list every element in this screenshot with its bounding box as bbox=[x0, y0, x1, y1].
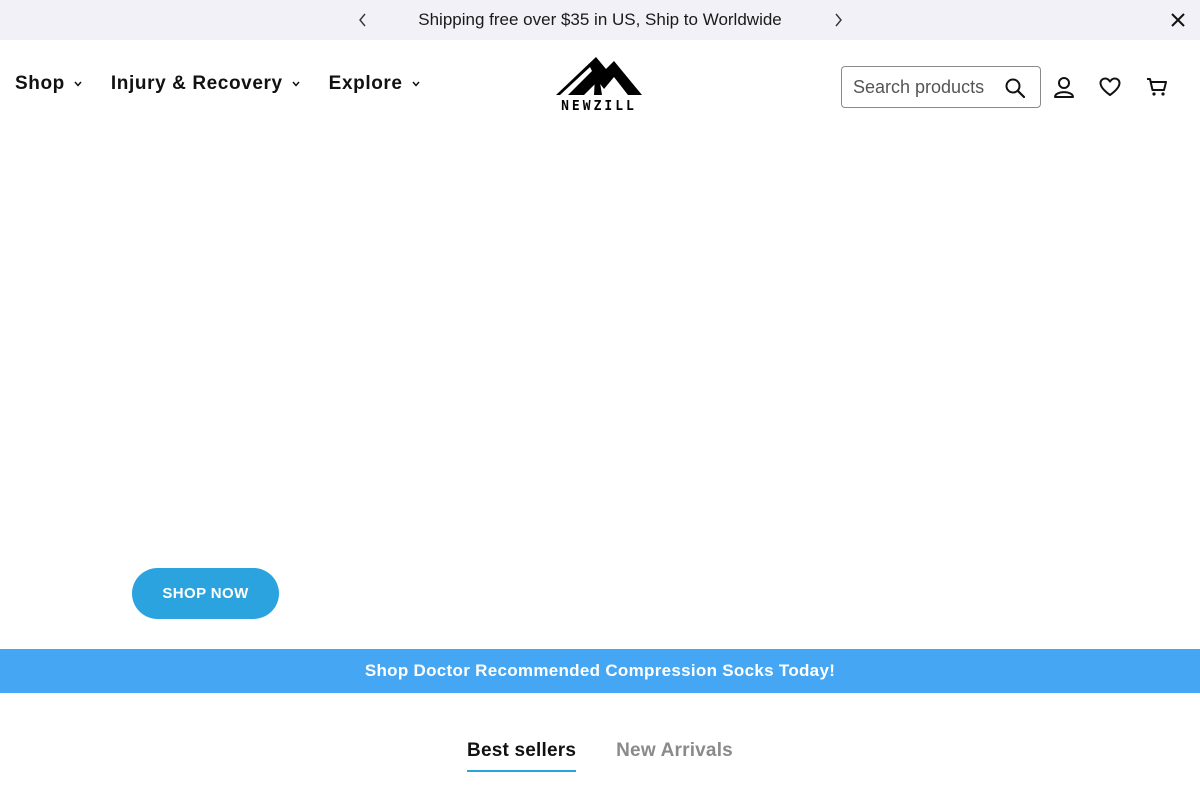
nav-item-explore[interactable]: Explore bbox=[329, 73, 420, 95]
nav-item-label: Shop bbox=[15, 73, 65, 94]
announcement-prev-button[interactable] bbox=[353, 10, 373, 30]
search-icon bbox=[1005, 78, 1025, 98]
mountain-logo-icon bbox=[556, 57, 642, 95]
cart-button[interactable] bbox=[1145, 75, 1169, 99]
hero-banner: SHOP NOW bbox=[0, 134, 1200, 649]
chevron-down-icon bbox=[292, 81, 300, 87]
announcement-bar: Shipping free over $35 in US, Ship to Wo… bbox=[0, 0, 1200, 40]
search-input[interactable] bbox=[853, 75, 995, 99]
product-tabs: Best sellers New Arrivals bbox=[0, 736, 1200, 776]
chevron-down-icon bbox=[74, 81, 82, 87]
search-box bbox=[841, 66, 1041, 108]
main-nav: Shop Injury & Recovery Explore bbox=[15, 73, 449, 95]
heart-icon bbox=[1099, 77, 1121, 96]
site-header: Shop Injury & Recovery Explore NEWZILL bbox=[0, 40, 1200, 134]
shop-now-button[interactable]: SHOP NOW bbox=[132, 568, 279, 619]
promo-link[interactable]: Shop Doctor Recommended Compression Sock… bbox=[0, 649, 1200, 693]
announcement-next-button[interactable] bbox=[828, 10, 848, 30]
account-button[interactable] bbox=[1052, 75, 1076, 99]
tab-new-arrivals[interactable]: New Arrivals bbox=[616, 736, 733, 772]
nav-item-label: Explore bbox=[328, 73, 403, 94]
search-button[interactable] bbox=[1004, 77, 1026, 99]
chevron-right-icon bbox=[835, 13, 842, 27]
announcement-text: Shipping free over $35 in US, Ship to Wo… bbox=[418, 10, 782, 29]
close-icon bbox=[1171, 13, 1185, 27]
announcement-close-button[interactable] bbox=[1168, 10, 1188, 30]
brand-logo[interactable]: NEWZILL bbox=[550, 55, 650, 117]
promo-strip: Shop Doctor Recommended Compression Sock… bbox=[0, 649, 1200, 693]
chevron-down-icon bbox=[412, 81, 420, 87]
user-icon bbox=[1054, 77, 1074, 98]
chevron-left-icon bbox=[359, 13, 366, 27]
nav-item-shop[interactable]: Shop bbox=[15, 73, 82, 95]
logo-wordmark: NEWZILL bbox=[561, 99, 637, 114]
tab-best-sellers[interactable]: Best sellers bbox=[467, 736, 577, 772]
wishlist-button[interactable] bbox=[1098, 75, 1122, 99]
cart-icon bbox=[1147, 78, 1167, 96]
nav-item-label: Injury & Recovery bbox=[110, 73, 283, 94]
nav-item-injury-recovery[interactable]: Injury & Recovery bbox=[111, 73, 300, 95]
